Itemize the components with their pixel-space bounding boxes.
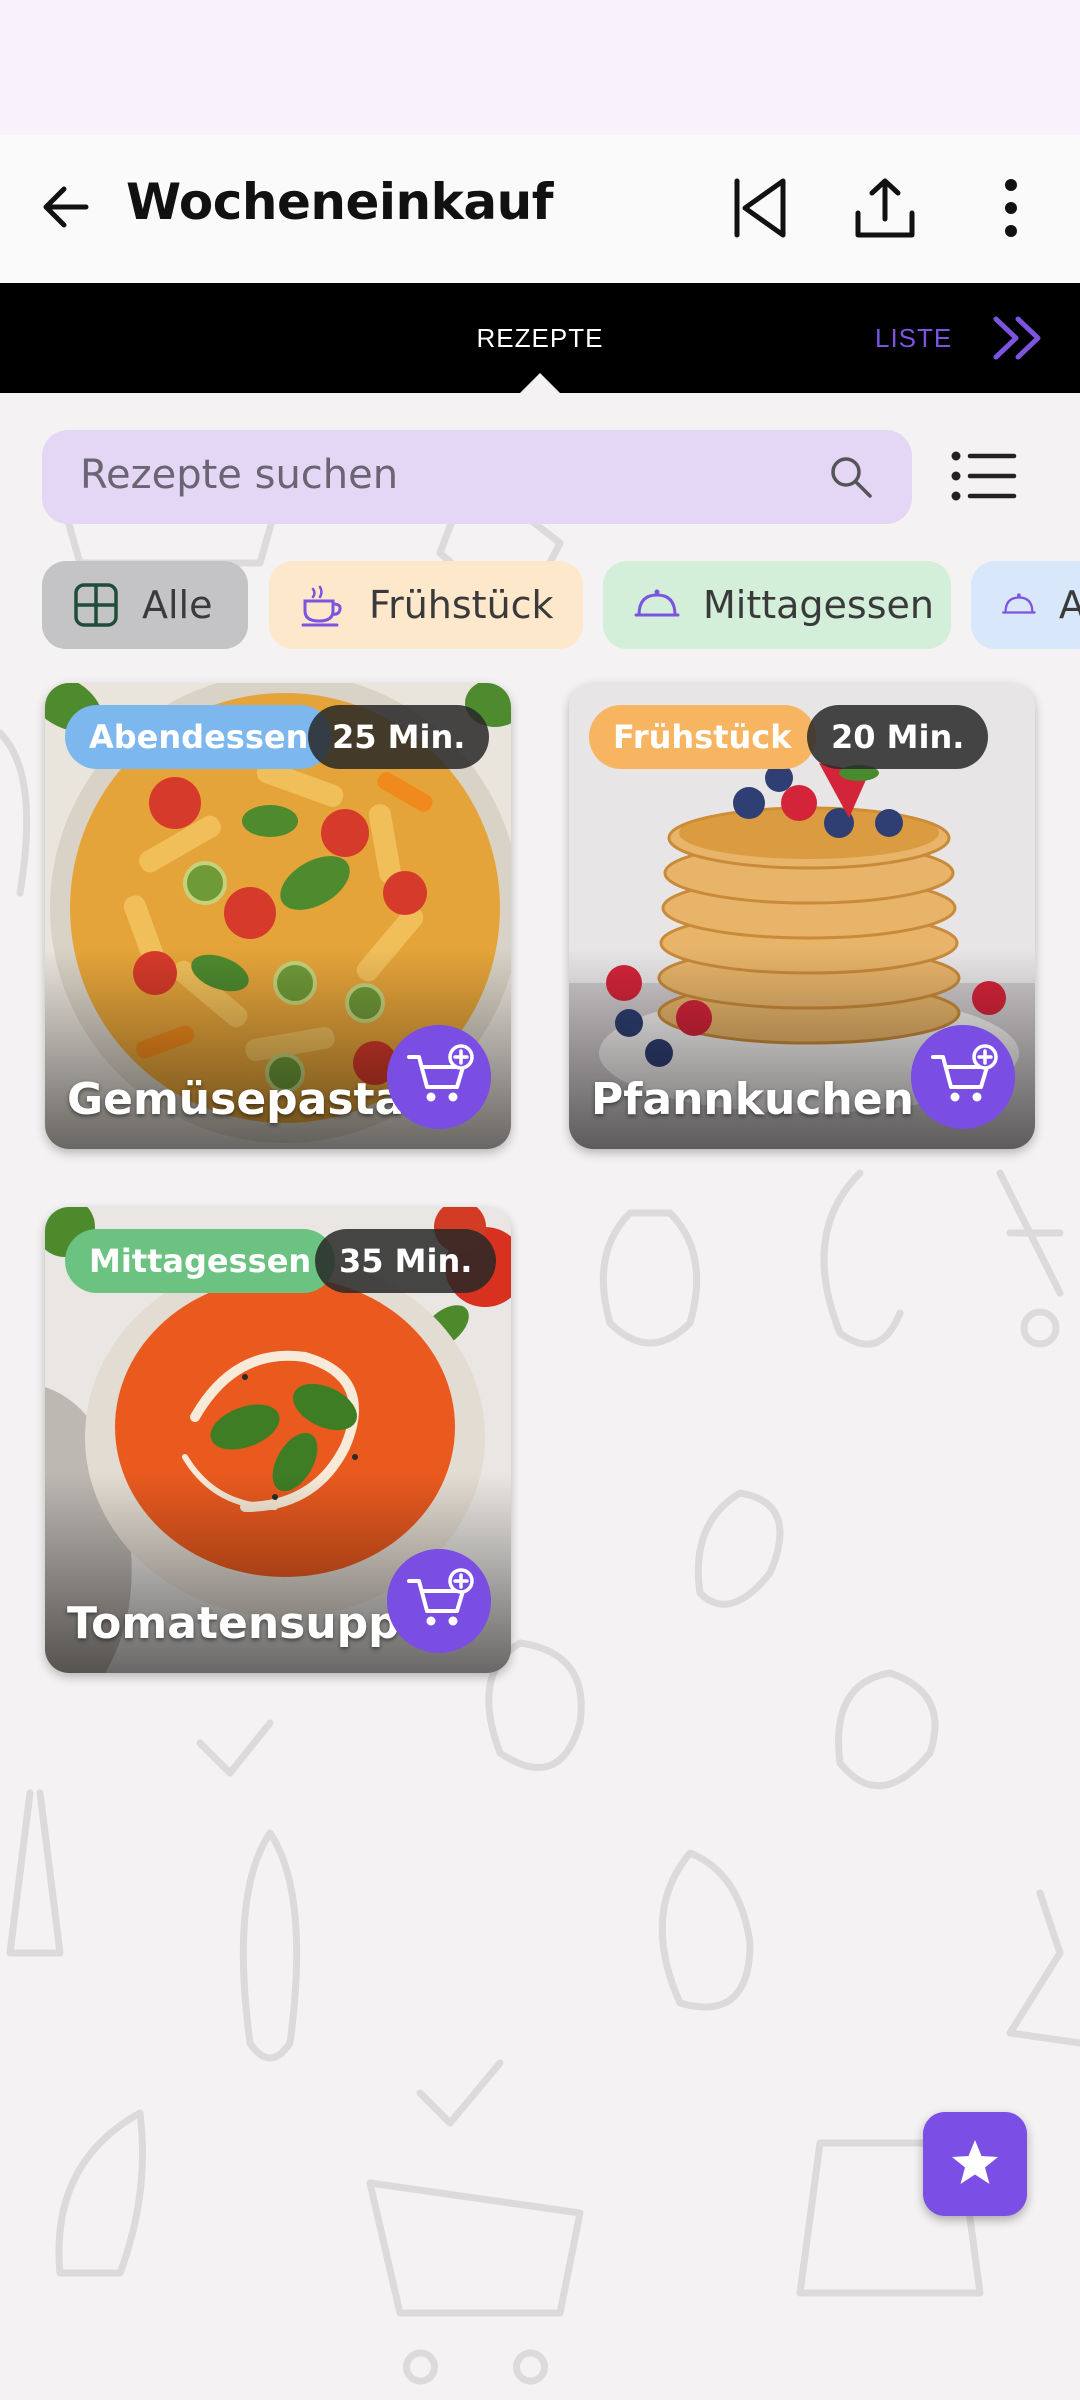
recipe-card-tomatensuppe[interactable]: Mittagessen 35 Min. Tomatensuppe (45, 1207, 511, 1673)
category-chips: Alle Frühstück Mittagessen Abendessen (42, 561, 1080, 651)
recipe-search-bar[interactable]: Rezepte suchen (42, 430, 912, 524)
add-to-cart-icon[interactable] (911, 1025, 1015, 1129)
chip-lunch[interactable]: Mittagessen (603, 561, 951, 649)
search-icon[interactable] (826, 452, 876, 502)
back-arrow-icon[interactable] (34, 175, 98, 239)
recipe-name: Pfannkuchen (591, 1074, 914, 1125)
favorites-star-button[interactable] (923, 2112, 1027, 2216)
tab-list[interactable]: LISTE (875, 323, 952, 354)
skip-previous-icon[interactable] (725, 173, 795, 243)
chip-all[interactable]: Alle (42, 561, 248, 649)
time-badge: 25 Min. (308, 705, 490, 769)
page-title: Wocheneinkauf (126, 173, 553, 231)
category-badge: Frühstück (589, 705, 816, 769)
time-badge: 35 Min. (315, 1229, 497, 1293)
category-badge: Abendessen (65, 705, 333, 769)
chip-dinner[interactable]: Abendessen (971, 561, 1080, 649)
double-chevron-right-icon[interactable] (990, 313, 1050, 363)
tab-bar: REZEPTE LISTE (0, 283, 1080, 393)
add-to-cart-icon[interactable] (387, 1549, 491, 1653)
tab-indicator (520, 373, 560, 393)
chip-label: Alle (142, 583, 213, 627)
more-vertical-icon[interactable] (976, 173, 1046, 243)
coffee-cup-icon (301, 585, 342, 627)
recipe-card-gemuesepasta[interactable]: Abendessen 25 Min. Gemüsepasta (45, 683, 511, 1149)
recipe-name: Gemüsepasta (67, 1074, 405, 1125)
search-placeholder: Rezepte suchen (80, 452, 399, 498)
chip-label: Abendessen (1058, 583, 1080, 627)
cloche-icon (634, 589, 680, 617)
recipe-card-pfannkuchen[interactable]: Frühstück 20 Min. Pfannkuchen (569, 683, 1035, 1149)
time-badge: 20 Min. (807, 705, 989, 769)
chip-label: Frühstück (369, 583, 554, 627)
recipe-name: Tomatensuppe (67, 1598, 430, 1649)
grid-icon (74, 583, 118, 627)
list-view-icon[interactable] (948, 446, 1022, 506)
cloche-icon (1002, 593, 1036, 614)
status-bar (0, 0, 1080, 135)
add-to-cart-icon[interactable] (387, 1025, 491, 1129)
share-icon[interactable] (850, 173, 920, 243)
app-bar: Wocheneinkauf (0, 135, 1080, 283)
category-badge: Mittagessen (65, 1229, 336, 1293)
chip-breakfast[interactable]: Frühstück (269, 561, 583, 649)
chip-label: Mittagessen (703, 583, 934, 627)
